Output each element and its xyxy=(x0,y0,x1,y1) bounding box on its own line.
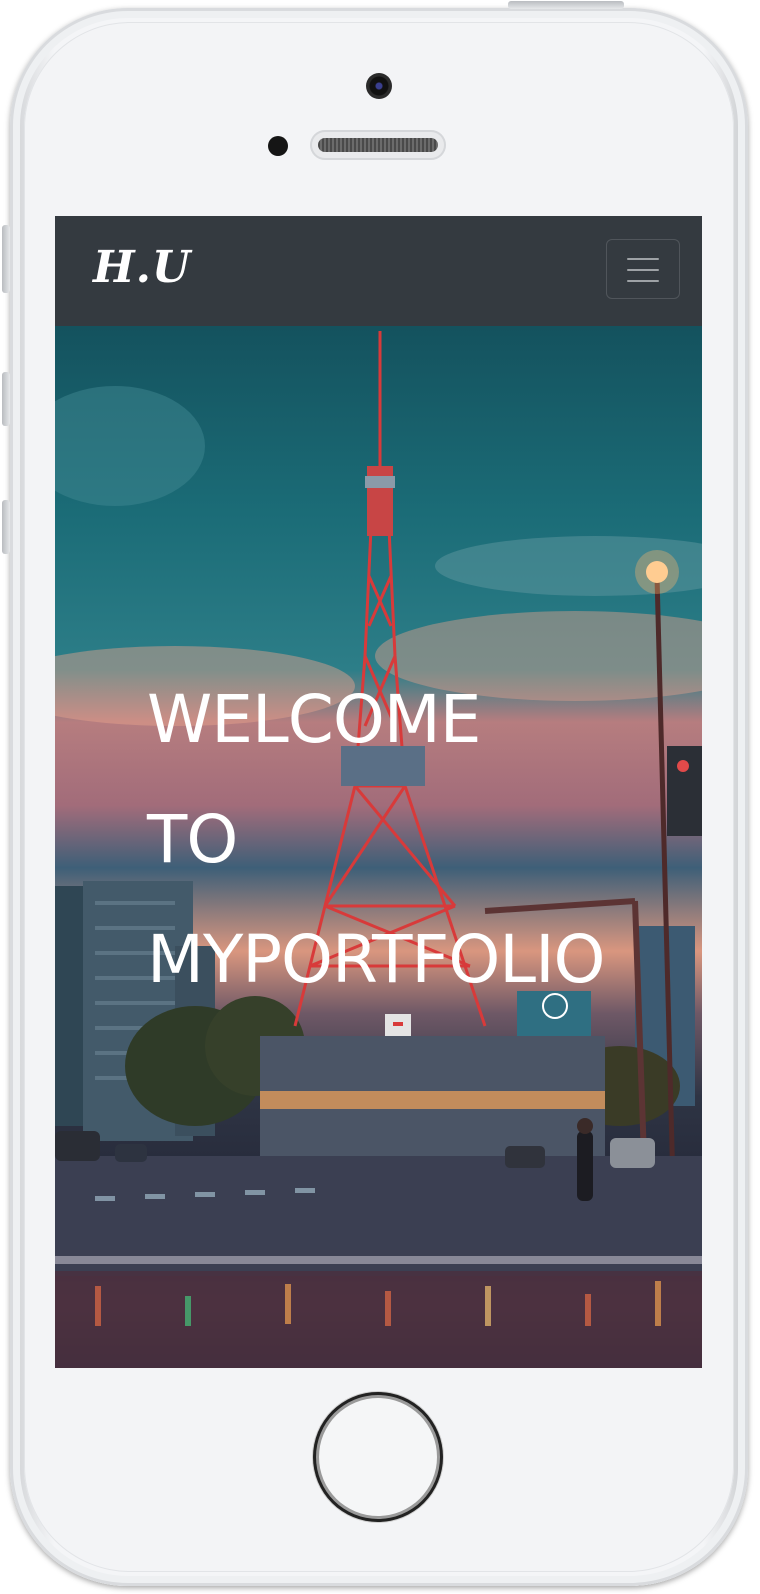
front-camera xyxy=(366,73,392,99)
proximity-sensor xyxy=(268,136,288,156)
navbar-toggler-button[interactable] xyxy=(606,239,680,299)
volume-up-button xyxy=(2,372,10,426)
hero-heading-line-2: TO xyxy=(147,801,238,879)
screen: H.U WELCOME TO MYPORTFOLIO xyxy=(55,216,702,1368)
hero-section: WELCOME TO MYPORTFOLIO xyxy=(55,326,702,1368)
hero-heading-line-1: WELCOME xyxy=(147,681,481,759)
hamburger-menu-icon xyxy=(627,258,659,260)
mute-switch xyxy=(2,225,10,293)
brand-logo[interactable]: H.U xyxy=(93,242,191,293)
hero-heading: WELCOME TO MYPORTFOLIO xyxy=(147,660,605,1020)
hero-heading-line-3: MYPORTFOLIO xyxy=(147,921,605,999)
earpiece-speaker xyxy=(310,130,446,160)
home-button[interactable] xyxy=(313,1392,443,1522)
navbar: H.U xyxy=(55,216,702,326)
power-button xyxy=(508,1,624,9)
volume-down-button xyxy=(2,500,10,554)
